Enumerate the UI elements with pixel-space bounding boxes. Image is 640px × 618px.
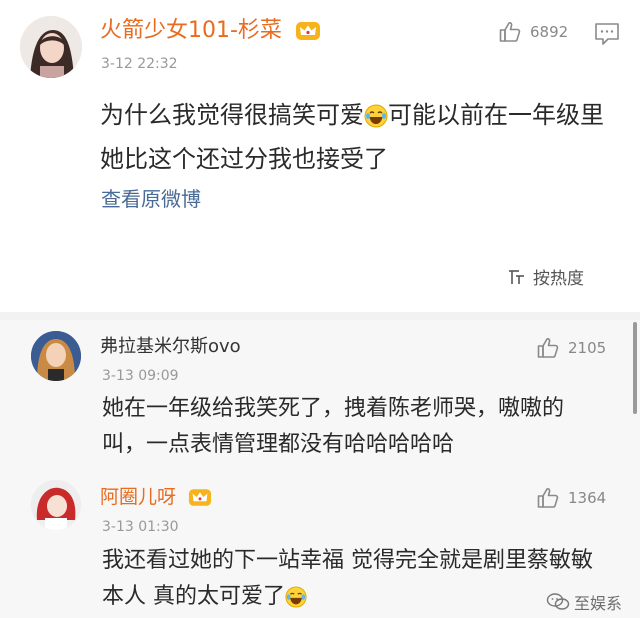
comment-timestamp: 3-13 09:09 bbox=[102, 368, 179, 384]
thumbs-up-icon bbox=[537, 488, 559, 508]
comment-like-count: 2105 bbox=[568, 339, 607, 357]
comment-like-button[interactable]: 2105 bbox=[536, 336, 606, 360]
view-original-link[interactable]: 查看原微博 bbox=[101, 187, 201, 211]
laugh-cry-emoji bbox=[364, 104, 388, 128]
avatar[interactable] bbox=[31, 331, 81, 381]
crown-icon bbox=[188, 489, 212, 506]
comment-timestamp: 3-13 01:30 bbox=[102, 519, 179, 535]
avatar-image bbox=[31, 480, 81, 530]
scrollbar[interactable] bbox=[633, 322, 637, 414]
post-text: 为什么我觉得很搞笑可爱 可能以前在一年级里她比这个还过分我也接受了 bbox=[100, 101, 604, 173]
post-author-name[interactable]: 火箭少女101-杉菜 bbox=[100, 18, 321, 44]
post-like-count: 6892 bbox=[530, 23, 569, 41]
section-divider bbox=[0, 312, 640, 320]
comment-like-count: 1364 bbox=[568, 489, 607, 507]
avatar[interactable] bbox=[31, 480, 81, 530]
sort-by-hot-button[interactable]: 按热度 bbox=[507, 264, 584, 289]
comment-author-name[interactable]: 弗拉基米尔斯ovo bbox=[100, 334, 241, 360]
avatar-image bbox=[31, 331, 81, 381]
sort-icon bbox=[509, 269, 524, 284]
comment-text: 我还看过她的下一站幸福 觉得完全就是剧里蔡敏敏本人 真的太可爱了 bbox=[102, 548, 593, 609]
watermark: 至娱系 bbox=[546, 590, 622, 614]
wechat-icon bbox=[546, 593, 570, 610]
laugh-cry-emoji bbox=[285, 586, 307, 608]
thumbs-up-icon bbox=[499, 22, 521, 42]
post-like-button[interactable]: 6892 bbox=[498, 20, 568, 44]
avatar-image bbox=[20, 16, 82, 78]
avatar[interactable] bbox=[20, 16, 82, 78]
watermark-text: 至娱系 bbox=[573, 594, 622, 613]
crown-icon bbox=[295, 22, 320, 40]
comment-author-name[interactable]: 阿圈儿呀 bbox=[100, 484, 212, 510]
comment-text: 她在一年级给我笑死了，拽着陈老师哭，嗷嗷的叫，一点表情管理都没有哈哈哈哈哈 bbox=[102, 396, 565, 457]
comment-like-button[interactable]: 1364 bbox=[536, 486, 606, 510]
main-post: 火箭少女101-杉菜 3-12 22:32 6892 为什么我觉得很搞笑可爱 可… bbox=[0, 0, 640, 312]
thumbs-up-icon bbox=[537, 338, 559, 358]
sort-label: 按热度 bbox=[533, 269, 584, 289]
post-timestamp: 3-12 22:32 bbox=[101, 56, 178, 72]
comment-icon[interactable] bbox=[594, 22, 620, 50]
